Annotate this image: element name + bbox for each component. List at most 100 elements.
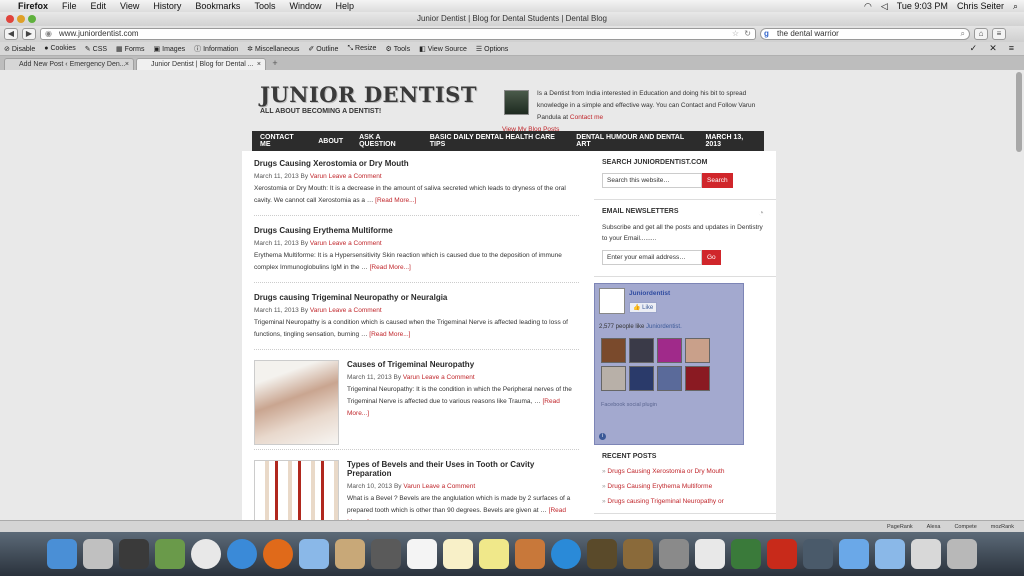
launchpad-icon[interactable]: [83, 539, 113, 569]
back-button[interactable]: ◀: [4, 28, 18, 40]
site-logo[interactable]: JUNIOR DENTIST: [260, 82, 477, 107]
facebook-page-logo[interactable]: [599, 288, 625, 314]
filezilla-icon[interactable]: [767, 539, 797, 569]
post-author[interactable]: Varun: [310, 307, 327, 314]
fan-avatar[interactable]: [685, 366, 710, 391]
documents-folder-icon[interactable]: [875, 539, 905, 569]
search-icon[interactable]: ⌕: [961, 29, 965, 39]
forward-button[interactable]: ▶: [22, 28, 36, 40]
fan-avatar[interactable]: [657, 366, 682, 391]
reminders-icon[interactable]: [443, 539, 473, 569]
post-thumbnail[interactable]: [254, 460, 339, 520]
read-more-link[interactable]: [Read More...]: [370, 264, 411, 271]
menu-history[interactable]: History: [153, 1, 181, 11]
post-comment-link[interactable]: Leave a Comment: [329, 240, 382, 247]
post-title[interactable]: Types of Bevels and their Uses in Tooth …: [347, 460, 579, 478]
post-thumbnail[interactable]: [254, 360, 339, 445]
spotlight-icon[interactable]: ⌕: [1013, 1, 1018, 12]
mozrank-label[interactable]: mozRank: [991, 524, 1014, 530]
downloads-stack-icon[interactable]: [911, 539, 941, 569]
post-title[interactable]: Causes of Trigeminal Neuropathy: [347, 360, 579, 369]
fan-avatar[interactable]: [657, 338, 682, 363]
fan-avatar[interactable]: [629, 338, 654, 363]
menubar-user[interactable]: Chris Seiter: [957, 1, 1004, 11]
dev-cookies[interactable]: ● Cookies: [44, 45, 76, 52]
dev-outline[interactable]: ✐ Outline: [308, 45, 338, 53]
messages-icon[interactable]: [299, 539, 329, 569]
dev-options[interactable]: ☰ Options: [476, 45, 508, 53]
post-title[interactable]: Drugs causing Trigeminal Neuropathy or N…: [254, 293, 579, 302]
recent-post-link[interactable]: Drugs causing Trigeminal Neuropathy or: [602, 498, 768, 505]
menu-tools[interactable]: Tools: [254, 1, 275, 11]
read-more-link[interactable]: [Read More...]: [375, 197, 416, 204]
menu-app[interactable]: Firefox: [18, 1, 48, 11]
home-button[interactable]: ⌂: [974, 28, 988, 40]
menubar-clock[interactable]: Tue 9:03 PM: [897, 1, 948, 11]
facebook-page-name[interactable]: Juniordentist: [629, 290, 670, 297]
post-comment-link[interactable]: Leave a Comment: [422, 374, 475, 381]
nav-about[interactable]: ABOUT: [318, 138, 343, 145]
dashboard-icon[interactable]: [119, 539, 149, 569]
reload-icon[interactable]: ↻: [744, 29, 751, 39]
facebook-plugin-label[interactable]: Facebook social plugin: [601, 402, 657, 408]
menu-help[interactable]: Help: [335, 1, 354, 11]
dev-images[interactable]: ▣ Images: [154, 45, 186, 53]
pagerank-label[interactable]: PageRank: [887, 524, 913, 530]
info-icon[interactable]: i: [599, 433, 606, 440]
new-tab-button[interactable]: +: [268, 58, 282, 70]
contact-me-link[interactable]: Contact me: [570, 114, 603, 121]
bookmark-star-icon[interactable]: ☆: [732, 29, 739, 39]
minimize-window-button[interactable]: [17, 15, 25, 23]
facebook-like-button[interactable]: 👍 Like: [629, 302, 658, 313]
menu-icon[interactable]: ≡: [1009, 43, 1014, 54]
recent-post-link[interactable]: Drugs Causing Erythema Multiforme: [602, 483, 768, 490]
firefox-icon[interactable]: [263, 539, 293, 569]
post-title[interactable]: Drugs Causing Xerostomia or Dry Mouth: [254, 159, 579, 168]
post-author[interactable]: Varun: [310, 240, 327, 247]
nav-tips[interactable]: BASIC DAILY DENTAL HEALTH CARE TIPS: [430, 134, 561, 148]
post-title[interactable]: Drugs Causing Erythema Multiforme: [254, 226, 579, 235]
compete-label[interactable]: Compete: [954, 524, 976, 530]
textedit-icon[interactable]: [695, 539, 725, 569]
post-author[interactable]: Varun: [310, 173, 327, 180]
zoom-window-button[interactable]: [28, 15, 36, 23]
post-author[interactable]: Varun: [403, 483, 420, 490]
read-more-link[interactable]: [Read More...]: [369, 331, 410, 338]
nav-ask[interactable]: ASK A QUESTION: [359, 134, 414, 148]
facebook-page-link[interactable]: Juniordentist.: [646, 324, 682, 330]
alexa-label[interactable]: Alexa: [927, 524, 941, 530]
menu-view[interactable]: View: [120, 1, 139, 11]
chrome-icon[interactable]: [191, 539, 221, 569]
dev-tools[interactable]: ⚙ Tools: [385, 45, 410, 53]
app-icon[interactable]: [803, 539, 833, 569]
vertical-scrollbar[interactable]: [1016, 72, 1022, 152]
post-comment-link[interactable]: Leave a Comment: [329, 307, 382, 314]
rss-icon[interactable]: ◔: [758, 208, 764, 219]
nav-contact[interactable]: CONTACT ME: [260, 134, 302, 148]
recent-post-link[interactable]: Drugs Causing Xerostomia or Dry Mouth: [602, 468, 768, 475]
page-viewport[interactable]: JUNIOR DENTIST ALL ABOUT BECOMING A DENT…: [0, 70, 1024, 520]
nav-humour[interactable]: DENTAL HUMOUR AND DENTAL ART: [576, 134, 689, 148]
menu-bookmarks[interactable]: Bookmarks: [195, 1, 240, 11]
dev-forms[interactable]: ▦ Forms: [116, 45, 144, 53]
close-tab-icon[interactable]: ×: [257, 59, 261, 70]
dev-resize[interactable]: ⤡ Resize: [347, 45, 376, 53]
iphoto-icon[interactable]: [515, 539, 545, 569]
menu-button[interactable]: ≡: [992, 28, 1006, 40]
go-button[interactable]: Go: [702, 250, 721, 265]
fan-avatar[interactable]: [601, 338, 626, 363]
search-button[interactable]: Search: [702, 173, 733, 188]
dev-information[interactable]: ⓘ Information: [194, 44, 238, 54]
time-machine-icon[interactable]: [371, 539, 401, 569]
garageband-icon[interactable]: [623, 539, 653, 569]
safari-icon[interactable]: [227, 539, 257, 569]
search-bar[interactable]: g the dental warrior ⌕: [760, 28, 970, 40]
wifi-icon[interactable]: ◠: [864, 1, 872, 12]
dev-css[interactable]: ✎ CSS: [85, 45, 107, 53]
volume-icon[interactable]: ◁: [881, 1, 888, 12]
post-author[interactable]: Varun: [403, 374, 420, 381]
trash-icon[interactable]: [947, 539, 977, 569]
url-bar[interactable]: ◉ www.juniordentist.com ☆ ↻: [40, 28, 756, 40]
check-icon[interactable]: ✓: [970, 43, 978, 54]
close-window-button[interactable]: [6, 15, 14, 23]
